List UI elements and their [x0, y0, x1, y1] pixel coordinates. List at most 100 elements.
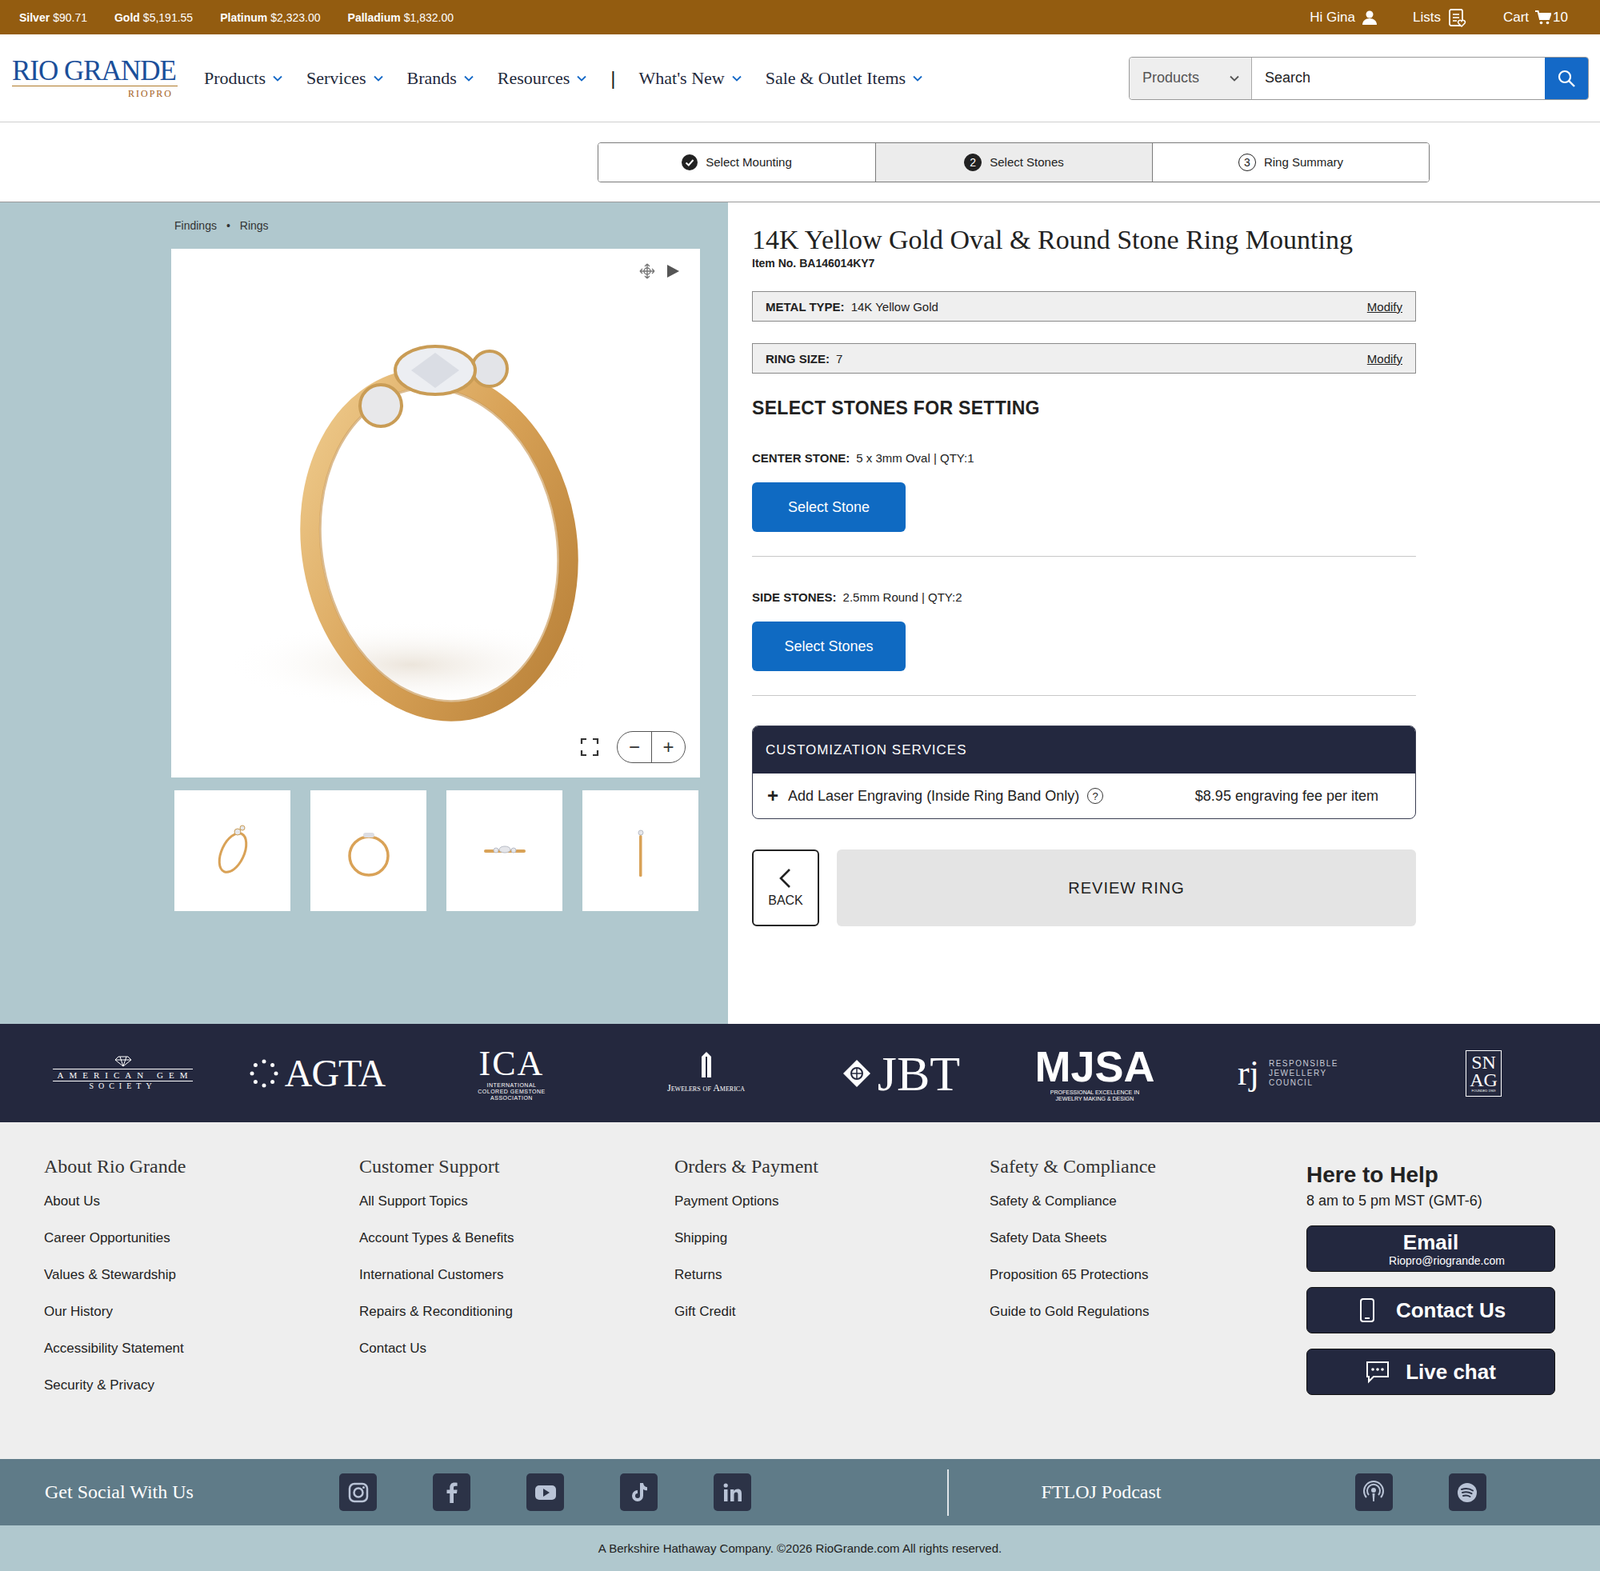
footer-link[interactable]: Shipping: [674, 1230, 990, 1268]
nav-item[interactable]: Sale & Outlet Items: [765, 68, 924, 89]
modify-link[interactable]: Modify: [1367, 352, 1403, 366]
footer-column: Customer SupportAll Support TopicsAccoun…: [359, 1156, 675, 1460]
fullscreen-icon[interactable]: [580, 737, 600, 757]
footer-link[interactable]: Repairs & Reconditioning: [359, 1304, 675, 1341]
select-stone-button[interactable]: Select Stones: [752, 621, 906, 672]
metal-price: Gold$5,191.55: [114, 11, 193, 24]
footer-link[interactable]: Payment Options: [674, 1193, 990, 1231]
partner-logo[interactable]: Jewelers of America: [608, 1052, 804, 1095]
footer-link[interactable]: Security & Privacy: [44, 1377, 360, 1415]
linkedin-link[interactable]: [713, 1473, 752, 1512]
option-box: RING SIZE:7Modify: [752, 343, 1416, 374]
spotify-link[interactable]: [1448, 1473, 1487, 1512]
footer-link[interactable]: Guide to Gold Regulations: [989, 1304, 1307, 1341]
breadcrumb-link[interactable]: Rings: [240, 219, 269, 232]
email-button[interactable]: EmailRiopro@riogrande.com: [1306, 1225, 1556, 1272]
search-input[interactable]: [1252, 57, 1545, 100]
nav-item[interactable]: Products: [204, 68, 284, 89]
nav-label: Resources: [497, 68, 570, 89]
customization-option[interactable]: +Add Laser Engraving (Inside Ring Band O…: [752, 773, 1416, 819]
metal-price: Silver$90.71: [19, 11, 88, 24]
select-stone-button[interactable]: Select Stone: [752, 482, 906, 532]
partner-text: MJSA: [1034, 1044, 1155, 1088]
footer-link[interactable]: Our History: [44, 1304, 360, 1341]
zoom-out-button[interactable]: −: [617, 732, 652, 763]
partner-logo[interactable]: AGTA: [220, 1051, 415, 1096]
partner-logo[interactable]: ICAINTERNATIONAL COLORED GEMSTONE ASSOCI…: [414, 1045, 609, 1102]
footer-link[interactable]: Account Types & Benefits: [359, 1230, 675, 1268]
step-tab[interactable]: 3Ring Summary: [1152, 143, 1429, 182]
footer-link[interactable]: Safety Data Sheets: [989, 1230, 1307, 1268]
metal-name: Palladium: [348, 11, 401, 24]
partner-logo[interactable]: JBT: [803, 1047, 998, 1100]
social-bar: Get Social With UsFTLOJ Podcast: [0, 1459, 1600, 1526]
linkedin-icon: [720, 1480, 745, 1505]
help-hours: 8 am to 5 pm MST (GMT-6): [1306, 1192, 1556, 1210]
search-button[interactable]: [1544, 57, 1588, 100]
partner-logo[interactable]: SNAGFOUNDED 1969: [1386, 1050, 1581, 1097]
nav-item[interactable]: Resources: [497, 68, 588, 89]
account-link[interactable]: Hi Gina: [1309, 9, 1378, 26]
modify-link[interactable]: Modify: [1367, 300, 1403, 314]
podcast-link[interactable]: [1355, 1473, 1393, 1512]
youtube-link[interactable]: [526, 1473, 564, 1512]
item-label: Item No.: [752, 256, 796, 270]
partner-logo[interactable]: rjRESPONSIBLE JEWELLERY COUNCIL: [1192, 1052, 1387, 1094]
help-icon[interactable]: ?: [1087, 788, 1104, 804]
list-icon: [1447, 7, 1468, 28]
footer-link[interactable]: Safety & Compliance: [989, 1193, 1307, 1231]
ring-thumbnail: [184, 803, 281, 900]
cart-count-group: 10: [1535, 9, 1568, 26]
partner-text: SOCIETY: [88, 1081, 156, 1091]
lists-link[interactable]: Lists: [1412, 7, 1468, 28]
footer-link[interactable]: Values & Stewardship: [44, 1267, 360, 1304]
back-button[interactable]: BACK: [752, 849, 820, 927]
chat-button[interactable]: Live chat: [1306, 1348, 1556, 1396]
thumbnail[interactable]: [310, 790, 427, 912]
nav-label: Sale & Outlet Items: [765, 68, 906, 89]
account-links: Hi Gina Lists Cart10: [1309, 7, 1581, 28]
footer-link[interactable]: International Customers: [359, 1267, 675, 1304]
nav-item[interactable]: What's New: [639, 68, 743, 89]
tiktok-link[interactable]: [620, 1473, 658, 1512]
search-category[interactable]: Products: [1129, 57, 1252, 100]
help-column: Here to Help8 am to 5 pm MST (GMT-6)Emai…: [1306, 1156, 1556, 1460]
footer-link[interactable]: Returns: [674, 1267, 990, 1304]
thumbnail[interactable]: [446, 790, 563, 912]
metal-prices: Silver$90.71Gold$5,191.55Platinum$2,323.…: [19, 11, 454, 24]
play-icon[interactable]: [664, 263, 681, 280]
footer-link[interactable]: Gift Credit: [674, 1304, 990, 1341]
rio-grande-logo[interactable]: RIO GRANDERIOPRO: [12, 56, 204, 100]
facebook-link[interactable]: [432, 1473, 471, 1512]
viewer-tools: [639, 263, 681, 280]
partner-logo[interactable]: MJSAPROFESSIONAL EXCELLENCE IN JEWELRY M…: [997, 1044, 1192, 1103]
metal-value: $5,191.55: [143, 11, 193, 24]
nav-item[interactable]: Services: [306, 68, 384, 89]
step-tab[interactable]: 2Select Stones: [875, 143, 1152, 182]
footer-link[interactable]: Proposition 65 Protections: [989, 1267, 1307, 1304]
breadcrumb-link[interactable]: Findings: [174, 219, 217, 232]
zoom-in-button[interactable]: +: [651, 732, 685, 763]
footer-link[interactable]: Contact Us: [359, 1340, 675, 1378]
footer-link[interactable]: All Support Topics: [359, 1193, 675, 1231]
back-label: BACK: [768, 893, 804, 908]
help-button-label: Live chat: [1405, 1360, 1496, 1385]
footer-link[interactable]: Career Opportunities: [44, 1230, 360, 1268]
nav-item[interactable]: Brands: [407, 68, 475, 89]
copyright-text: A Berkshire Hathaway Company. ©2026 RioG…: [598, 1541, 1002, 1556]
step-tab[interactable]: Select Mounting: [598, 143, 876, 182]
partner-logo[interactable]: AMERICAN GEMSOCIETY: [25, 1056, 220, 1091]
step-label: Ring Summary: [1264, 155, 1344, 169]
phone-button[interactable]: Contact Us: [1306, 1287, 1556, 1334]
footer-link[interactable]: Accessibility Statement: [44, 1340, 360, 1378]
thumbnail[interactable]: [174, 790, 291, 912]
move-3d-icon[interactable]: [639, 263, 656, 280]
thumbnail[interactable]: [582, 790, 699, 912]
chevron-down-icon: [912, 72, 924, 84]
cart-link[interactable]: Cart10: [1503, 9, 1568, 26]
stone-section: CENTER STONE:5 x 3mm Oval | QTY:1Select …: [752, 419, 1416, 557]
footer-link[interactable]: About Us: [44, 1193, 360, 1231]
rjc-logo: rjRESPONSIBLE JEWELLERY COUNCIL: [1237, 1052, 1341, 1094]
instagram-link[interactable]: [339, 1473, 377, 1512]
review-ring-button[interactable]: REVIEW RING: [836, 849, 1416, 927]
